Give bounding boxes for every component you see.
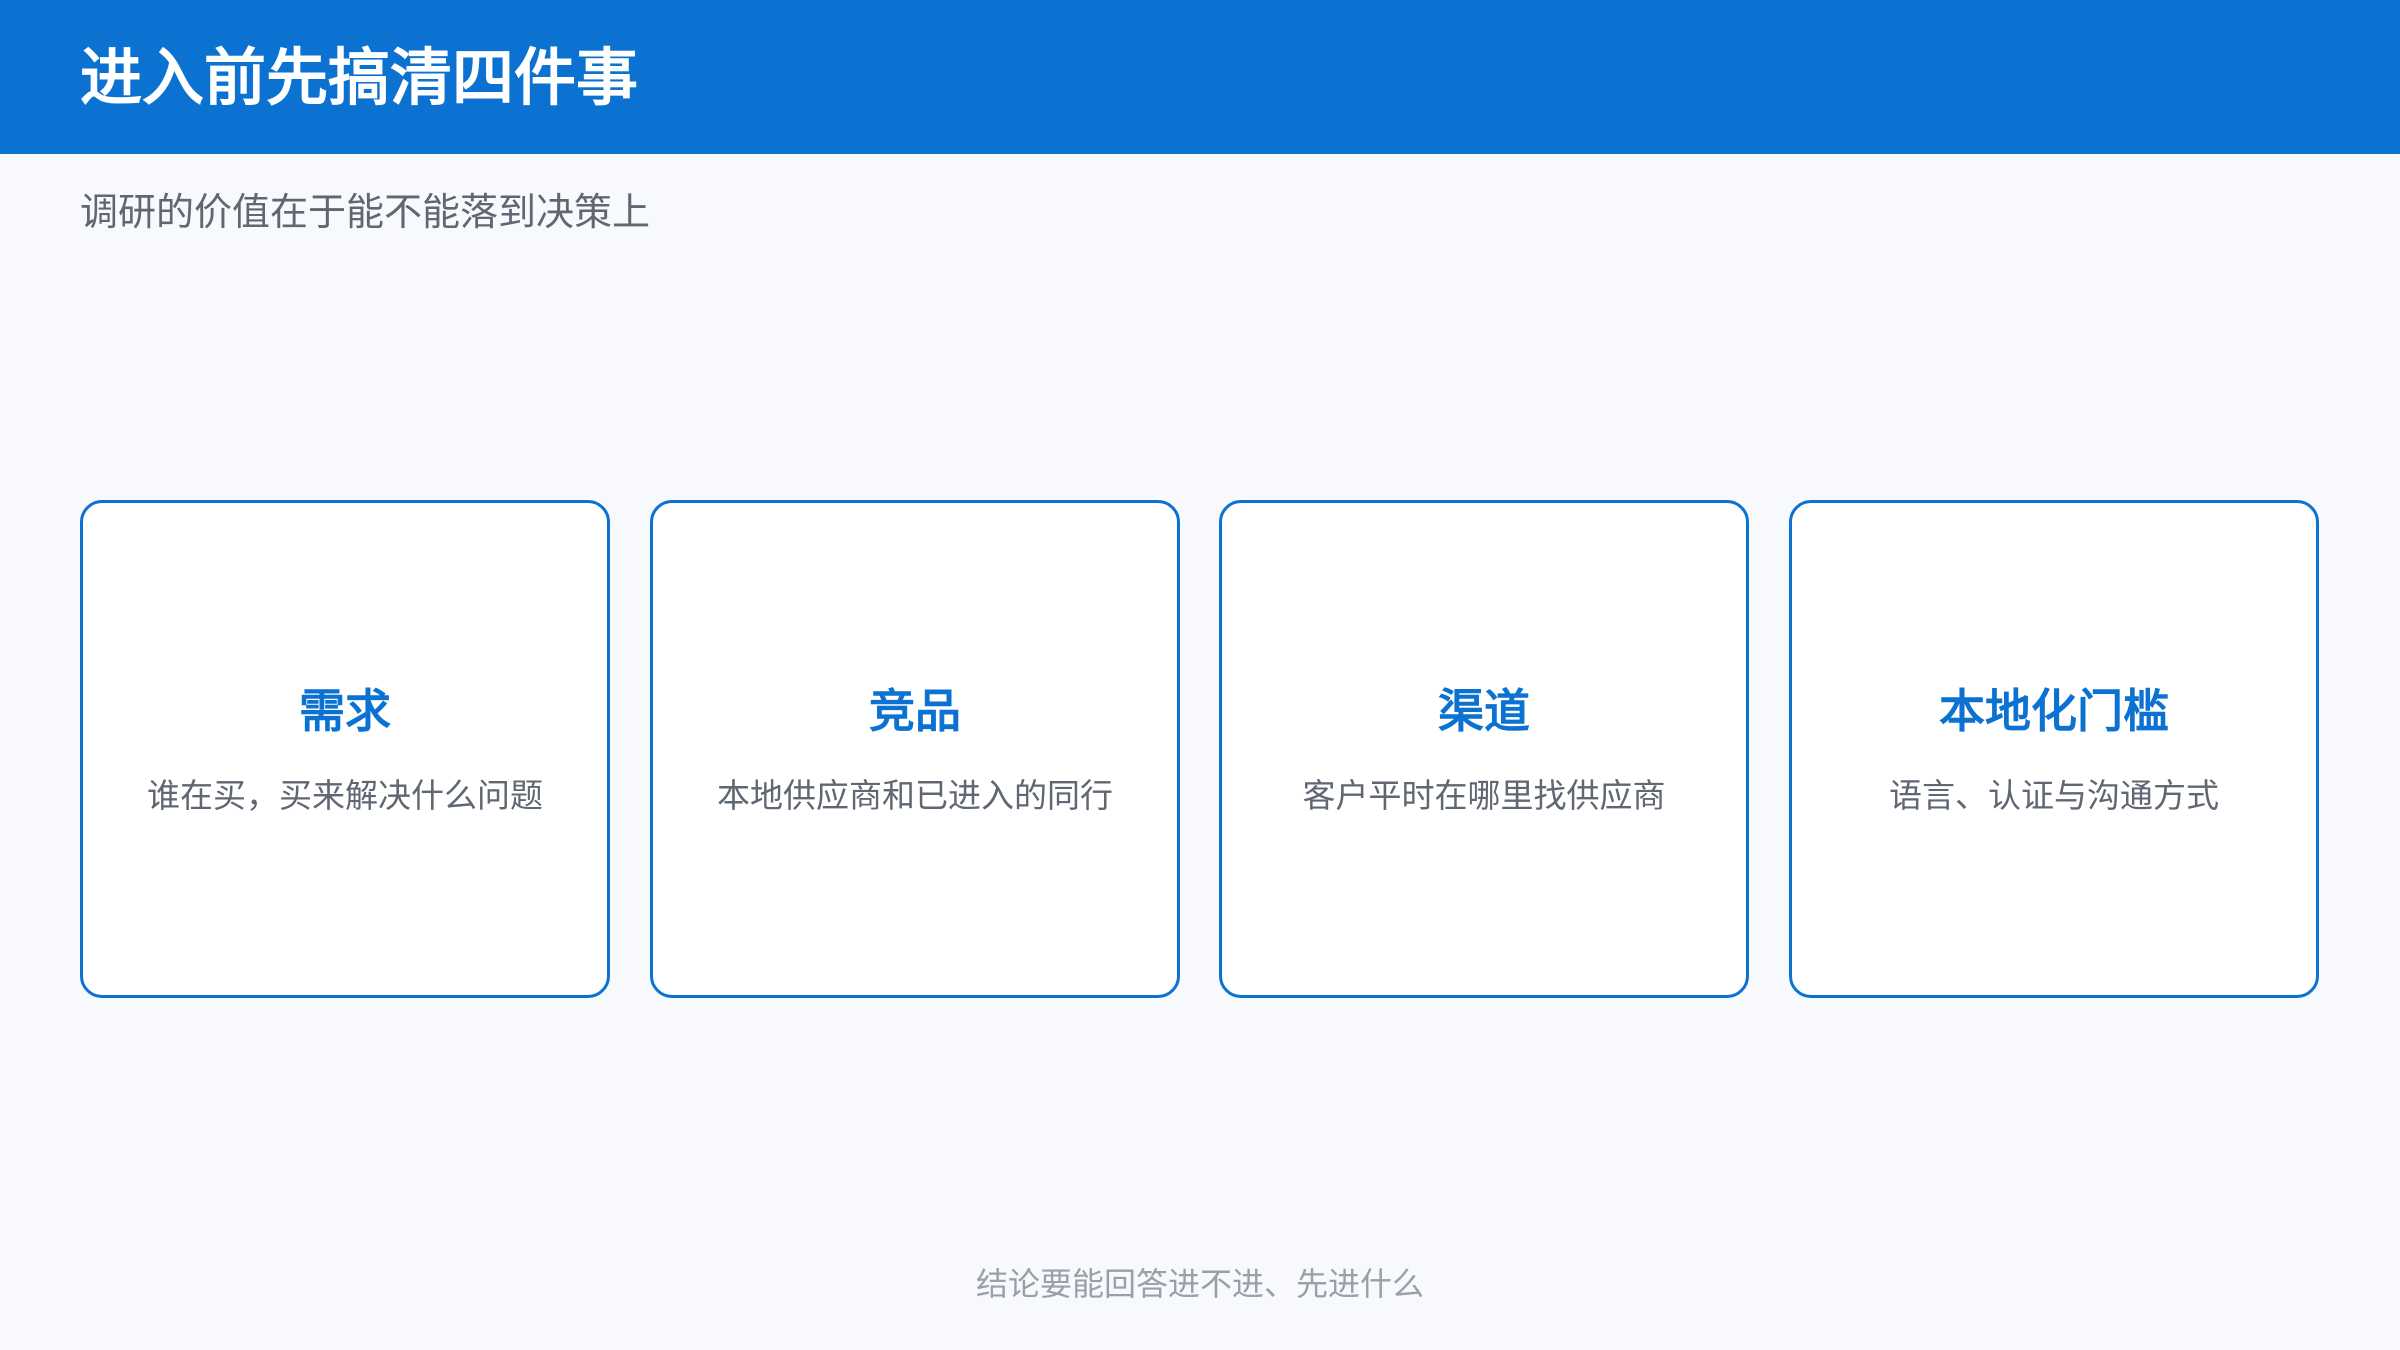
header-bar: 进入前先搞清四件事 bbox=[0, 0, 2400, 154]
card-title: 本地化门槛 bbox=[1939, 684, 2169, 738]
card-localization: 本地化门槛 语言、认证与沟通方式 bbox=[1789, 500, 2319, 998]
card-channels: 渠道 客户平时在哪里找供应商 bbox=[1219, 500, 1749, 998]
card-title: 需求 bbox=[299, 684, 391, 738]
card-demand: 需求 谁在买，买来解决什么问题 bbox=[80, 500, 610, 998]
page-subtitle: 调研的价值在于能不能落到决策上 bbox=[80, 190, 651, 234]
card-competitors: 竞品 本地供应商和已进入的同行 bbox=[650, 500, 1180, 998]
card-grid: 需求 谁在买，买来解决什么问题 竞品 本地供应商和已进入的同行 渠道 客户平时在… bbox=[80, 500, 2320, 998]
card-description: 谁在买，买来解决什么问题 bbox=[147, 776, 543, 815]
card-description: 语言、认证与沟通方式 bbox=[1889, 776, 2219, 815]
card-title: 竞品 bbox=[869, 684, 961, 738]
card-title: 渠道 bbox=[1438, 684, 1530, 738]
page-title: 进入前先搞清四件事 bbox=[80, 41, 639, 114]
card-description: 客户平时在哪里找供应商 bbox=[1302, 776, 1666, 815]
card-description: 本地供应商和已进入的同行 bbox=[717, 776, 1113, 815]
footer-note: 结论要能回答进不进、先进什么 bbox=[975, 1265, 1424, 1303]
